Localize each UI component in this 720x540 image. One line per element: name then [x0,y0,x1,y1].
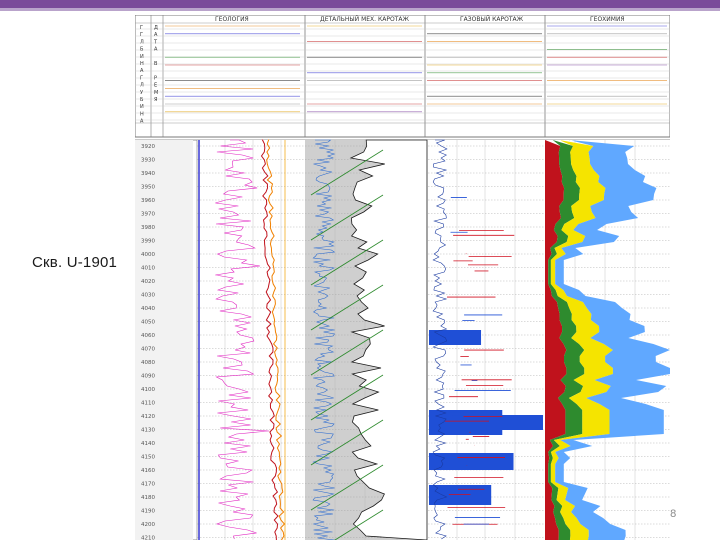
header-index-letter: И [140,104,144,110]
title-accent-stripe [0,8,720,11]
header-index-letter: Г [140,32,143,38]
depth-label: 3930 [141,158,155,164]
header-index-letter: Н [140,111,144,117]
depth-label: 4110 [141,401,155,407]
header-index-letter: А [140,68,144,74]
depth-label: 4150 [141,455,155,461]
log-header: ГЕОЛОГИЯ ДЕТАЛЬНЫЙ МЕХ. КАРОТАЖ ГАЗОВЫЙ … [135,15,670,138]
depth-label: 4040 [141,306,155,312]
header-index-letter: Б [140,47,144,53]
header-index-letter: Я [154,97,157,103]
depth-label: 3960 [141,198,155,204]
depth-label: 4020 [141,279,155,285]
log-body: 3920 3930 3940 3950 3960 3970 3980 3990 4000 4010… [135,139,670,540]
well-log-image: ГЕОЛОГИЯ ДЕТАЛЬНЫЙ МЕХ. КАРОТАЖ ГАЗОВЫЙ … [135,15,670,540]
header-index-letter: А [154,47,158,53]
depth-label: 4080 [141,360,155,366]
depth-label: 3990 [141,239,155,245]
header-index-letter: Л [140,39,144,45]
depth-label: 3980 [141,225,155,231]
depth-label: 4200 [141,522,155,528]
header-index-letter: Г [140,75,143,81]
depth-label: 3950 [141,185,155,191]
depth-label: 4030 [141,293,155,299]
header-index-letter: Н [140,61,144,67]
header-index-letter: Б [140,97,144,103]
header-index-letter: Д [154,25,158,31]
depth-label: 4060 [141,333,155,339]
track-title-geochemistry: ГЕОХИМИЯ [590,16,625,23]
header-index-letter: У [140,90,143,96]
depth-label: 3920 [141,144,155,150]
header-index-letter: А [154,32,158,38]
header-index-letter: Р [154,75,157,81]
depth-label: 4120 [141,414,155,420]
depth-label: 4210 [141,536,155,540]
header-index-letter: Л [140,83,144,89]
track-title-geology: ГЕОЛОГИЯ [215,16,249,23]
track-title-gas: ГАЗОВЫЙ КАРОТАЖ [460,16,524,23]
depth-label: 4170 [141,482,155,488]
header-index-letter: А [140,119,144,125]
header-index-letter: И [140,54,144,60]
depth-label: 4010 [141,266,155,272]
depth-label: 4000 [141,252,155,258]
header-index-letter: М [154,90,158,96]
track-title-mechanical: ДЕТАЛЬНЫЙ МЕХ. КАРОТАЖ [320,16,409,23]
title-accent-bar [0,0,720,8]
header-index-letter: В [154,61,158,67]
depth-label: 3970 [141,212,155,218]
well-label: Скв. U-1901 [32,254,118,271]
depth-label: 4190 [141,509,155,515]
depth-label: 4050 [141,320,155,326]
depth-label: 4090 [141,374,155,380]
depth-label: 4100 [141,387,155,393]
depth-label: 4180 [141,495,155,501]
depth-label: 4070 [141,347,155,353]
depth-label: 4140 [141,441,155,447]
depth-label: 4130 [141,428,155,434]
depth-label: 3940 [141,171,155,177]
header-index-letter: Г [140,25,143,31]
depth-label: 4160 [141,468,155,474]
header-index-letter: Е [154,83,157,89]
